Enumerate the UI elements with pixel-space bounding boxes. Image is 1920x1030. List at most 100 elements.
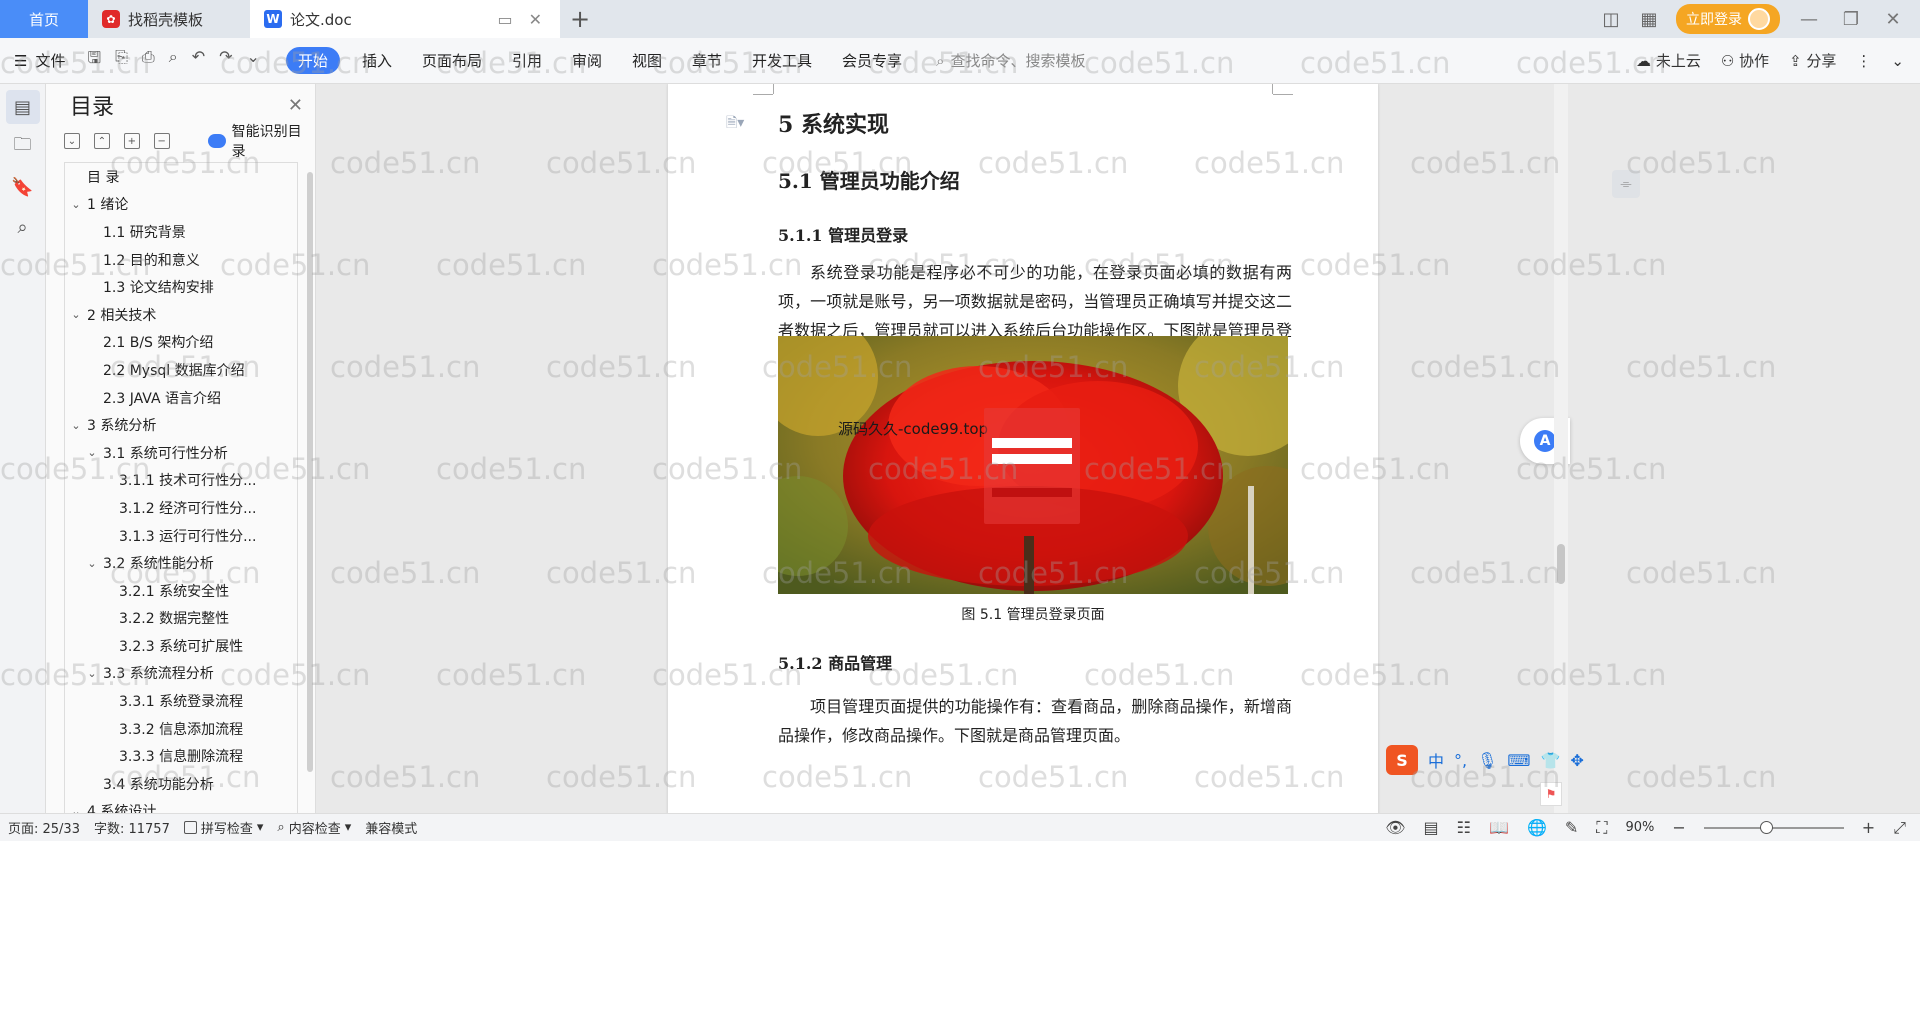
collapse-all-icon[interactable]: ⌃ (93, 133, 110, 149)
toc-item[interactable]: 3.1.2 经济可行性分... (65, 494, 297, 522)
spell-check-toggle[interactable]: 拼写检查 ▾ (183, 818, 263, 837)
cloud-status[interactable]: ☁ 未上云 (1636, 50, 1701, 71)
toc-item[interactable]: 3.2.2 数据完整性 (65, 605, 297, 633)
toc-item[interactable]: ⌄ 3.2 系统性能分析 (65, 549, 297, 577)
ribbon-tab-layout[interactable]: 页面布局 (422, 50, 482, 71)
toc-item[interactable]: 1.2 目的和意义 (65, 246, 297, 274)
collaborate-button[interactable]: ⚇ 协作 (1721, 50, 1769, 71)
zoom-out-icon[interactable]: − (1672, 818, 1685, 837)
zoom-level[interactable]: 90% (1625, 820, 1654, 835)
skin-icon[interactable]: 👕 (1541, 751, 1561, 770)
pen-icon[interactable]: ✎ (1565, 818, 1578, 837)
page-view-icon[interactable]: ▤ (1424, 818, 1439, 837)
ribbon-tab-insert[interactable]: 插入 (362, 50, 392, 71)
chevron-down-icon[interactable]: ⌄ (85, 557, 99, 570)
chevron-down-icon[interactable]: ⌄ (69, 198, 83, 211)
tab-daoke-templates[interactable]: ✿ 找稻壳模板 (88, 0, 250, 38)
web-view-icon[interactable]: 🌐 (1527, 818, 1547, 837)
ime-toolbar[interactable]: S 中 °, 🎙 ⌨ 👕 ✥ (1386, 744, 1584, 776)
chevron-down-icon[interactable]: ⌄ (85, 446, 99, 459)
ime-language[interactable]: 中 (1428, 748, 1444, 772)
fit-page-icon[interactable]: ⛶ (1596, 818, 1607, 838)
ribbon-tab-view[interactable]: 视图 (632, 50, 662, 71)
keyboard-icon[interactable]: ⌨ (1507, 751, 1530, 770)
minimize-icon[interactable]: — (1796, 9, 1822, 30)
toc-item[interactable]: ⌄ 2 相关技术 (65, 301, 297, 329)
ribbon-tab-references[interactable]: 引用 (512, 50, 542, 71)
command-search[interactable]: ⌕ 查找命令、搜索模板 (936, 50, 1085, 71)
word-count[interactable]: 字数: 11757 (94, 818, 170, 837)
feedback-flag-icon[interactable]: ⚑ (1540, 782, 1562, 806)
print-preview-icon[interactable]: ⌕ (169, 47, 178, 74)
toc-item[interactable]: 1.3 论文结构安排 (65, 273, 297, 301)
toc-item[interactable]: 3.3.1 系统登录流程 (65, 687, 297, 715)
microphone-icon[interactable]: 🎙 (1477, 751, 1497, 770)
close-window-icon[interactable]: ✕ (1880, 9, 1906, 30)
fullscreen-icon[interactable]: ⤢ (1893, 818, 1906, 838)
new-tab-button[interactable]: + (560, 0, 600, 38)
reading-mode-icon[interactable]: ◫ (1600, 8, 1622, 30)
zoom-slider-thumb[interactable] (1759, 820, 1773, 834)
toc-item[interactable]: ⌄ 3.3 系统流程分析 (65, 660, 297, 688)
toc-item[interactable]: 3.1.1 技术可行性分... (65, 467, 297, 495)
collapse-ribbon-icon[interactable]: ⌄ (1891, 52, 1904, 70)
toc-scrollbar[interactable] (307, 172, 313, 772)
toc-item[interactable]: 3.3.2 信息添加流程 (65, 715, 297, 743)
ribbon-tab-section[interactable]: 章节 (692, 50, 722, 71)
login-button[interactable]: 立即登录 (1676, 4, 1780, 34)
toc-item[interactable]: ⌄ 3.1 系统可行性分析 (65, 439, 297, 467)
file-menu[interactable]: ☰ 文件 (14, 50, 65, 71)
paragraph-options-icon[interactable]: 🗎▾ (726, 112, 744, 136)
more-options-icon[interactable]: ⋮ (1856, 52, 1871, 70)
content-check-button[interactable]: ⌕ 内容检查 ▾ (277, 818, 351, 837)
tab-pin-icon[interactable]: ▭ (497, 10, 512, 29)
print-icon[interactable]: ⎙ (142, 47, 155, 74)
toc-item[interactable]: 2.3 JAVA 语言介绍 (65, 384, 297, 412)
toc-item[interactable]: 2.1 B/S 架构介绍 (65, 329, 297, 357)
ribbon-tab-member[interactable]: 会员专享 (842, 50, 902, 71)
zoom-slider[interactable] (1703, 820, 1844, 834)
zoom-in-icon[interactable]: + (1862, 818, 1875, 837)
toc-item[interactable]: 3.4 系统功能分析 (65, 770, 297, 798)
chevron-down-icon[interactable]: ⌄ (69, 419, 83, 432)
toc-item[interactable]: 3.3.3 信息删除流程 (65, 742, 297, 770)
toc-item[interactable]: 3.1.3 运行可行性分... (65, 522, 297, 550)
add-heading-icon[interactable]: + (123, 133, 140, 149)
ribbon-tab-review[interactable]: 审阅 (572, 50, 602, 71)
share-button[interactable]: ⇪ 分享 (1789, 50, 1836, 71)
scroll-thumb[interactable] (1557, 544, 1565, 584)
export-icon[interactable]: ⎘ (115, 47, 128, 74)
chevron-down-icon[interactable]: ⌄ (85, 667, 99, 680)
save-icon[interactable]: 🖫 (87, 47, 101, 74)
tab-home[interactable]: 首页 (0, 0, 88, 38)
toc-item[interactable]: 3.2.3 系统可扩展性 (65, 632, 297, 660)
reading-view-icon[interactable]: 📖 (1489, 818, 1509, 837)
chapter-nav-icon[interactable]: 🗀 (6, 130, 40, 164)
tab-document[interactable]: W 论文.doc ▭ ✕ (250, 0, 560, 38)
chevron-down-icon[interactable]: ⌄ (69, 308, 83, 321)
ribbon-tab-start[interactable]: 开始 (285, 47, 340, 74)
close-icon[interactable]: ✕ (288, 95, 303, 116)
eye-protection-icon[interactable]: 👁 (1385, 818, 1405, 837)
bookmark-icon[interactable]: 🔖 (6, 170, 40, 204)
filter-icon[interactable]: ⌯ (1612, 170, 1640, 198)
toc-item[interactable]: 目 录 (65, 163, 297, 191)
toc-item[interactable]: 2.2 Mysql 数据库介绍 (65, 356, 297, 384)
punctuation-icon[interactable]: °, (1454, 751, 1467, 770)
ribbon-tab-developer[interactable]: 开发工具 (752, 50, 812, 71)
toc-item[interactable]: 3.2.1 系统安全性 (65, 577, 297, 605)
toc-item[interactable]: 1.1 研究背景 (65, 218, 297, 246)
apps-grid-icon[interactable]: ▦ (1638, 8, 1660, 30)
smart-toc-button[interactable]: 智能识别目录 (207, 121, 315, 161)
remove-heading-icon[interactable]: − (153, 133, 170, 149)
toolbox-icon[interactable]: ✥ (1570, 751, 1583, 770)
find-icon[interactable]: ⌕ (6, 210, 40, 244)
tab-close-icon[interactable]: ✕ (529, 10, 542, 29)
undo-icon[interactable]: ↶ (192, 47, 205, 74)
toc-item[interactable]: ⌄ 1 绪论 (65, 191, 297, 219)
toc-panel-icon[interactable]: ▤ (5, 90, 40, 124)
toc-item[interactable]: ⌄ 3 系统分析 (65, 411, 297, 439)
restore-icon[interactable]: ❐ (1838, 9, 1864, 30)
expand-all-icon[interactable]: ⌄ (64, 133, 80, 149)
redo-icon[interactable]: ↷ (219, 47, 232, 74)
